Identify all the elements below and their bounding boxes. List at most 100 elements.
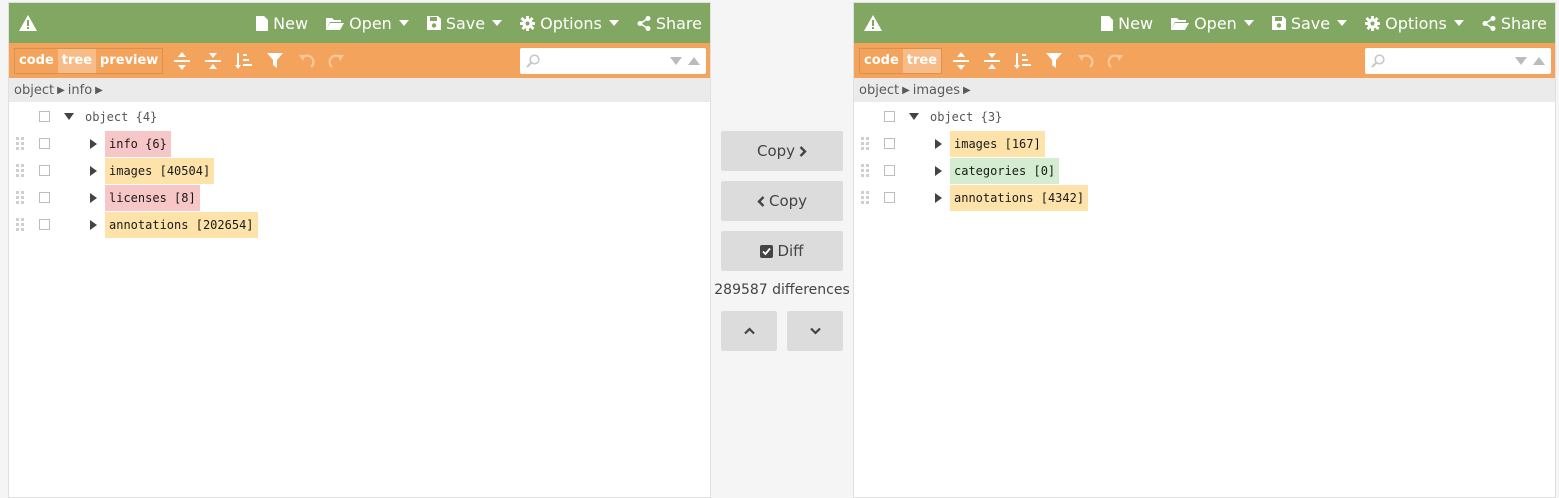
mode-code-button[interactable]: code <box>860 49 903 73</box>
undo-icon[interactable] <box>1072 48 1098 74</box>
tree-node-label[interactable]: images [40504] <box>105 157 215 184</box>
tree-row[interactable]: licenses [8] <box>9 184 710 211</box>
expand-toggle-icon[interactable] <box>909 113 919 120</box>
tree-node-label[interactable]: licenses [8] <box>105 184 200 211</box>
search-previous-icon[interactable] <box>688 56 700 65</box>
warning-icon[interactable] <box>862 12 884 34</box>
diff-label: Diff <box>777 242 804 260</box>
copy-left-label: Copy <box>768 192 808 210</box>
drag-handle-icon[interactable] <box>16 217 24 232</box>
select-checkbox[interactable] <box>884 138 895 149</box>
mode-preview-button[interactable]: preview <box>96 49 162 73</box>
left-toolbar: code tree preview <box>9 43 710 78</box>
select-checkbox[interactable] <box>39 192 50 203</box>
tree-view: object {3} images [167] categories [0] a… <box>854 102 1555 211</box>
tree-root-row[interactable]: object {4} <box>9 103 710 130</box>
drag-handle-icon[interactable] <box>861 190 869 205</box>
sort-icon[interactable] <box>1010 48 1036 74</box>
tree-node-label[interactable]: annotations [4342] <box>950 184 1089 211</box>
redo-icon[interactable] <box>1103 48 1129 74</box>
drag-handle-icon[interactable] <box>16 136 24 151</box>
mode-switcher: code tree preview <box>14 47 164 74</box>
expand-toggle-icon[interactable] <box>90 219 97 230</box>
filter-icon[interactable] <box>1041 48 1067 74</box>
node-count: [8] <box>174 190 196 205</box>
mode-tree-button[interactable]: tree <box>902 48 942 73</box>
expand-all-icon[interactable] <box>169 48 195 74</box>
next-difference-button[interactable] <box>787 311 843 351</box>
search-next-icon[interactable] <box>1515 56 1527 65</box>
search-input[interactable] <box>546 50 664 71</box>
select-checkbox[interactable] <box>884 192 895 203</box>
collapse-all-icon[interactable] <box>979 48 1005 74</box>
breadcrumb-arrow-icon[interactable]: ▶ <box>902 85 910 96</box>
tree-root-row[interactable]: object {3} <box>854 103 1555 130</box>
search-input[interactable] <box>1391 50 1509 71</box>
redo-icon[interactable] <box>324 48 350 74</box>
expand-toggle-icon[interactable] <box>935 138 942 149</box>
drag-handle-icon[interactable] <box>861 163 869 178</box>
breadcrumb-item[interactable]: object <box>859 83 899 98</box>
share-button[interactable]: Share <box>1482 14 1547 33</box>
share-icon <box>637 15 651 31</box>
tree-row[interactable]: categories [0] <box>854 157 1555 184</box>
tree-row[interactable]: info {6} <box>9 130 710 157</box>
options-button[interactable]: Options <box>1365 14 1464 33</box>
tree-node-label[interactable]: categories [0] <box>950 157 1060 184</box>
tree-node-label[interactable]: images [167] <box>950 130 1045 157</box>
select-checkbox[interactable] <box>39 165 50 176</box>
expand-all-icon[interactable] <box>948 48 974 74</box>
mode-code-button[interactable]: code <box>15 49 58 73</box>
tree-row[interactable]: annotations [4342] <box>854 184 1555 211</box>
open-button[interactable]: Open <box>1171 14 1254 33</box>
tree-row[interactable]: images [167] <box>854 130 1555 157</box>
expand-toggle-icon[interactable] <box>90 138 97 149</box>
save-label: Save <box>1290 13 1331 33</box>
tree-node-label[interactable]: info {6} <box>105 130 171 157</box>
select-checkbox[interactable] <box>884 165 895 176</box>
tree-row[interactable]: images [40504] <box>9 157 710 184</box>
collapse-all-icon[interactable] <box>200 48 226 74</box>
tree-node-label[interactable]: annotations [202654] <box>105 211 258 238</box>
save-label: Save <box>445 13 486 33</box>
search-previous-icon[interactable] <box>1533 56 1545 65</box>
chevron-left-icon <box>757 195 765 207</box>
breadcrumb-item[interactable]: images <box>913 83 960 98</box>
save-button[interactable]: Save <box>1271 13 1348 33</box>
expand-toggle-icon[interactable] <box>935 165 942 176</box>
drag-handle-icon[interactable] <box>16 190 24 205</box>
breadcrumb-arrow-icon[interactable]: ▶ <box>95 85 103 96</box>
undo-icon[interactable] <box>293 48 319 74</box>
options-button[interactable]: Options <box>520 14 619 33</box>
tree-row[interactable]: annotations [202654] <box>9 211 710 238</box>
breadcrumb-item[interactable]: object <box>14 83 54 98</box>
select-checkbox[interactable] <box>39 138 50 149</box>
search-next-icon[interactable] <box>670 56 682 65</box>
filter-icon[interactable] <box>262 48 288 74</box>
breadcrumb-arrow-icon[interactable]: ▶ <box>57 85 65 96</box>
drag-handle-icon[interactable] <box>16 163 24 178</box>
select-checkbox[interactable] <box>884 111 895 122</box>
warning-icon[interactable] <box>17 12 39 34</box>
drag-handle-icon[interactable] <box>861 136 869 151</box>
previous-difference-button[interactable] <box>721 311 777 351</box>
open-button[interactable]: Open <box>326 14 409 33</box>
save-button[interactable]: Save <box>426 13 503 33</box>
select-checkbox[interactable] <box>39 219 50 230</box>
share-button[interactable]: Share <box>637 14 702 33</box>
breadcrumb-arrow-icon[interactable]: ▶ <box>963 85 971 96</box>
select-checkbox[interactable] <box>39 111 50 122</box>
expand-toggle-icon[interactable] <box>90 165 97 176</box>
diff-toggle-button[interactable]: Diff <box>721 231 843 271</box>
mode-tree-button[interactable]: tree <box>57 48 97 73</box>
breadcrumb-item[interactable]: info <box>68 83 92 98</box>
search-box <box>1365 47 1551 74</box>
expand-toggle-icon[interactable] <box>90 192 97 203</box>
expand-toggle-icon[interactable] <box>935 192 942 203</box>
new-button[interactable]: New <box>1101 14 1153 33</box>
copy-to-left-button[interactable]: Copy <box>721 181 843 221</box>
sort-icon[interactable] <box>231 48 257 74</box>
expand-toggle-icon[interactable] <box>64 113 74 120</box>
copy-to-right-button[interactable]: Copy <box>721 131 843 171</box>
new-button[interactable]: New <box>256 14 308 33</box>
